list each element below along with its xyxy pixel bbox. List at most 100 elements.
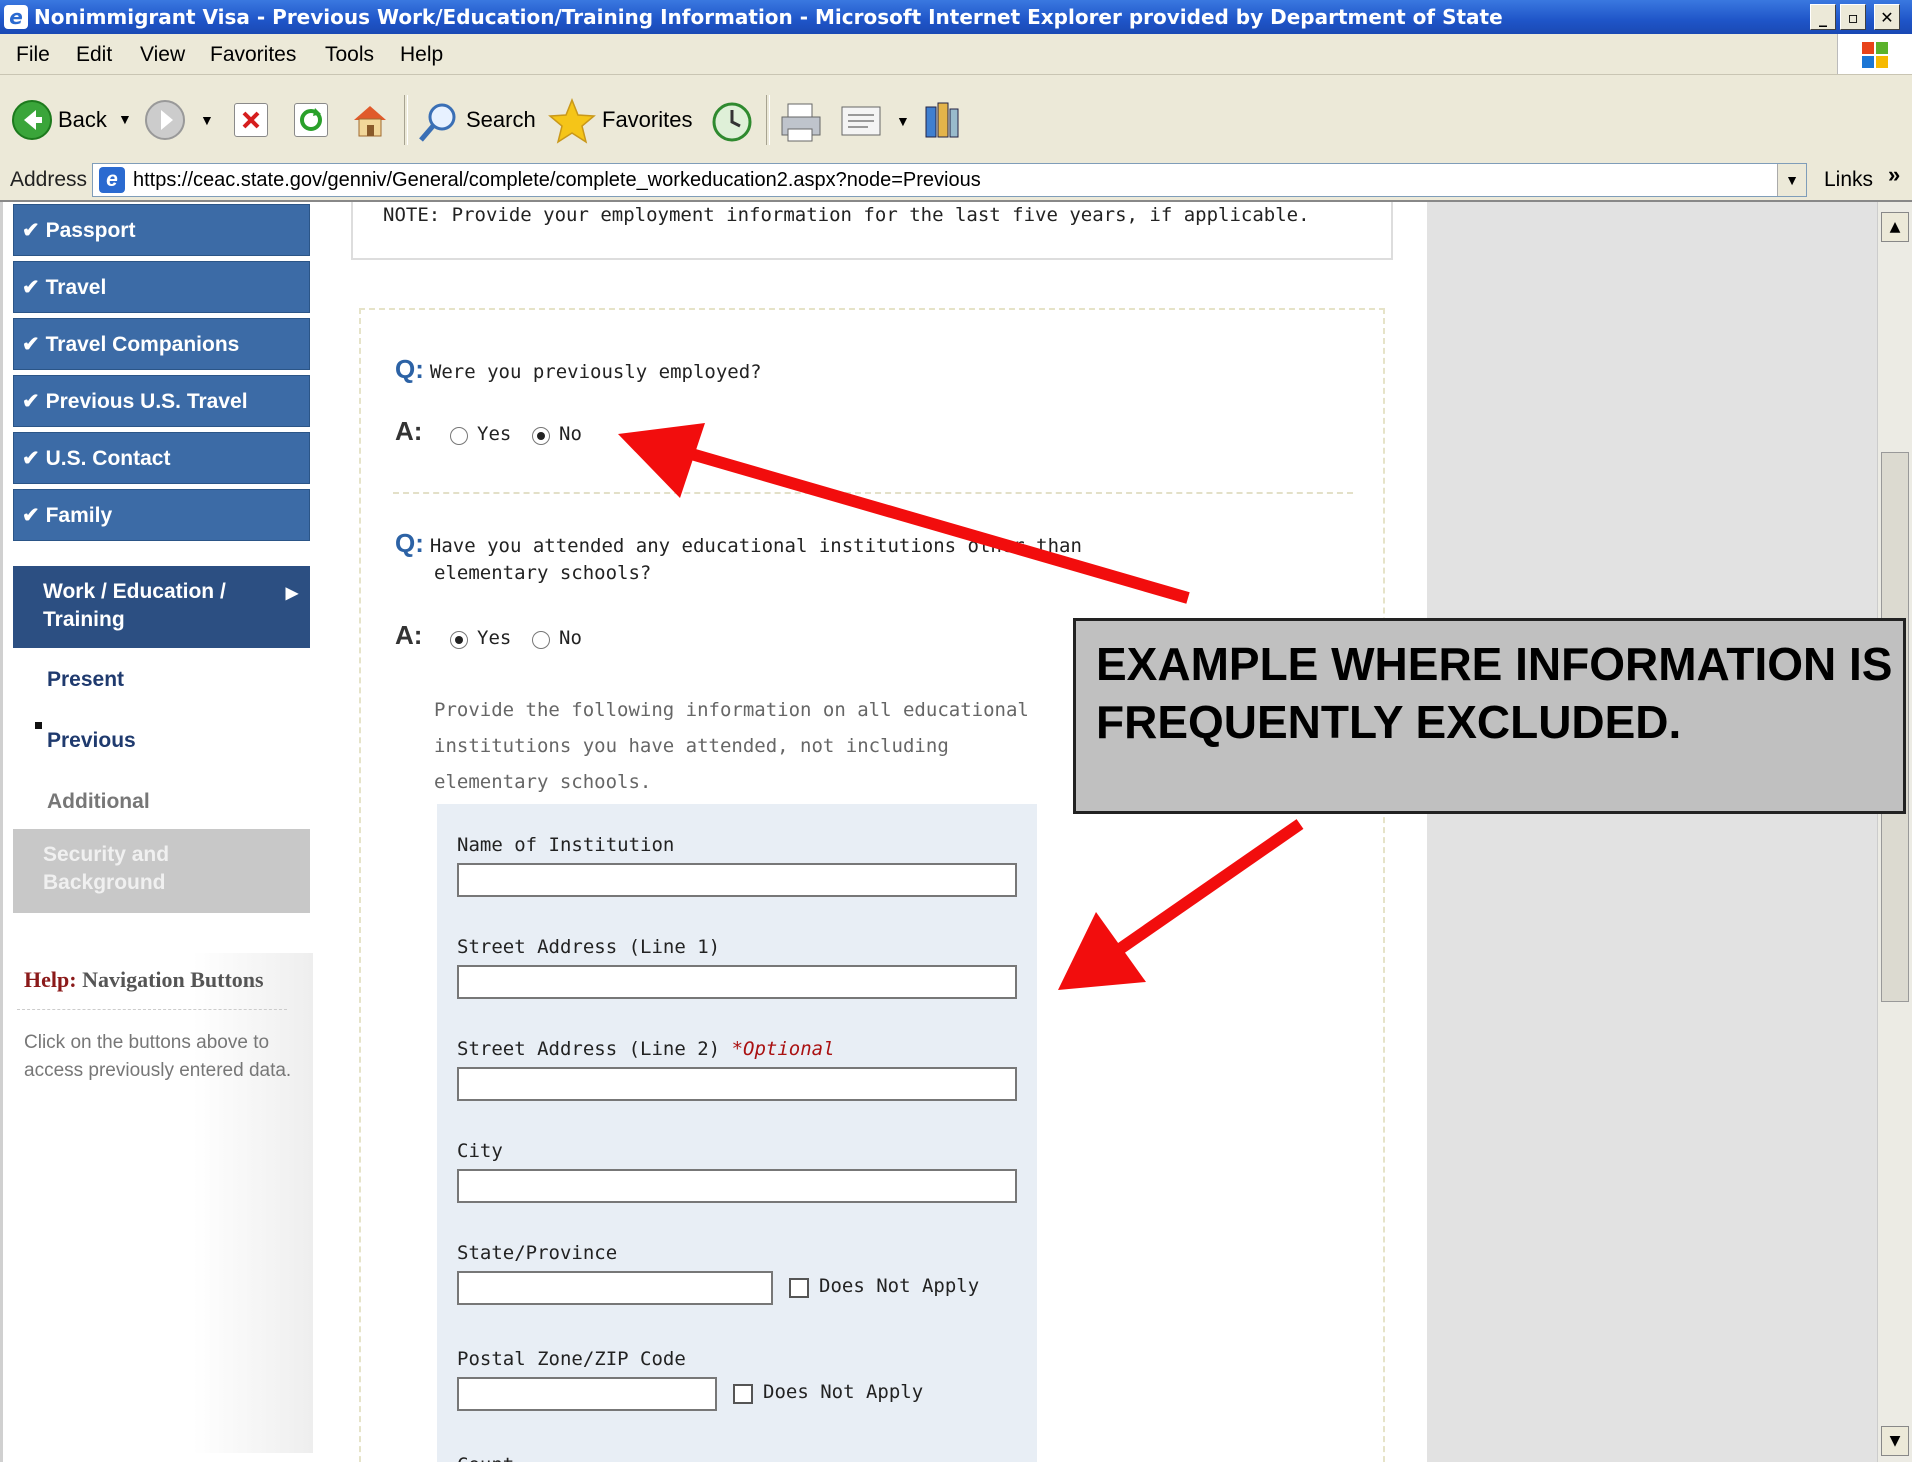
street1-input[interactable] xyxy=(457,965,1017,999)
question-text-line2: elementary schools? xyxy=(434,562,652,584)
sidebar-item-label: U.S. Contact xyxy=(45,447,171,470)
sidebar-item-label: Travel xyxy=(45,276,107,299)
back-arrow-icon xyxy=(12,100,52,140)
sidebar-item-us-contact[interactable]: ✔ U.S. Contact xyxy=(13,432,310,484)
sidebar-item-passport[interactable]: ✔ Passport xyxy=(13,204,310,256)
postal-does-not-apply-label: Does Not Apply xyxy=(763,1381,924,1403)
home-icon[interactable] xyxy=(350,100,390,140)
scroll-down-icon[interactable]: ▼ xyxy=(1881,1426,1909,1456)
divider xyxy=(17,1009,287,1010)
check-icon: ✔ xyxy=(22,504,40,527)
refresh-icon[interactable] xyxy=(294,103,328,137)
question-education: Q: Have you attended any educational inst… xyxy=(395,528,1082,559)
close-button[interactable]: ✕ xyxy=(1874,4,1900,30)
question-text: Have you attended any educational instit… xyxy=(429,535,1082,557)
employed-yes-radio[interactable] xyxy=(450,427,468,445)
employed-yes-label: Yes xyxy=(477,423,512,445)
education-yes-radio[interactable] xyxy=(450,631,468,649)
search-label: Search xyxy=(466,107,536,132)
menu-edit[interactable]: Edit xyxy=(76,43,112,67)
address-input[interactable]: e https://ceac.state.gov/genniv/General/… xyxy=(92,163,1807,197)
check-icon: ✔ xyxy=(22,333,40,356)
toolbar: Back ▼ ▼ Search Favorites ▼ xyxy=(0,75,1912,170)
stop-icon[interactable] xyxy=(234,103,268,137)
menu-file[interactable]: File xyxy=(16,43,50,67)
history-icon[interactable] xyxy=(710,100,754,144)
menu-tools[interactable]: Tools xyxy=(325,43,374,67)
edit-dropdown-icon: ▼ xyxy=(896,113,910,129)
optional-tag: *Optional xyxy=(731,1038,835,1060)
address-dropdown-icon[interactable]: ▼ xyxy=(1777,164,1806,196)
state-label: State/Province xyxy=(457,1242,618,1264)
street2-input[interactable] xyxy=(457,1067,1017,1101)
a-marker: A: xyxy=(395,416,423,446)
postal-input[interactable] xyxy=(457,1377,717,1411)
vertical-scrollbar[interactable]: ▲ ▼ xyxy=(1877,202,1912,1462)
research-icon[interactable] xyxy=(920,99,964,143)
state-does-not-apply-checkbox[interactable] xyxy=(789,1278,809,1298)
city-input[interactable] xyxy=(457,1169,1017,1203)
subnav-present[interactable]: Present xyxy=(47,668,124,692)
sidebar-item-label: Family xyxy=(45,504,113,527)
back-dropdown-icon[interactable]: ▼ xyxy=(118,111,132,127)
right-gutter xyxy=(1427,202,1877,1462)
help-prefix: Help: xyxy=(24,967,77,992)
edit-icon[interactable]: ▼ xyxy=(840,103,910,143)
question-text: Were you previously employed? xyxy=(429,361,762,383)
sidebar-item-travel-companions[interactable]: ✔ Travel Companions xyxy=(13,318,310,370)
sidebar-item-work-education[interactable]: Work / Education / Training ▶ xyxy=(13,566,310,648)
sidebar-item-travel[interactable]: ✔ Travel xyxy=(13,261,310,313)
page-content: ✔ Passport ✔ Travel ✔ Travel Companions ✔ Pr… xyxy=(0,202,1877,1462)
title-bar: e Nonimmigrant Visa - Previous Work/Educ… xyxy=(0,0,1912,34)
search-button[interactable]: Search xyxy=(414,75,544,165)
state-input[interactable] xyxy=(457,1271,773,1305)
menu-bar: File Edit View Favorites Tools Help xyxy=(0,34,1912,75)
menu-view[interactable]: View xyxy=(140,43,185,67)
sidebar-item-previous-us-travel[interactable]: ✔ Previous U.S. Travel xyxy=(13,375,310,427)
postal-does-not-apply-checkbox[interactable] xyxy=(733,1384,753,1404)
sidebar-item-label: Previous U.S. Travel xyxy=(45,390,248,413)
q-marker: Q: xyxy=(395,528,424,558)
education-no-radio[interactable] xyxy=(532,631,550,649)
instructions-text: Provide the following information on all… xyxy=(434,699,1029,793)
sidebar-item-label: Travel Companions xyxy=(45,333,240,356)
note-text: NOTE: Provide your employment informatio… xyxy=(383,204,1310,226)
sidebar-item-family[interactable]: ✔ Family xyxy=(13,489,310,541)
institution-label: Name of Institution xyxy=(457,834,675,856)
institution-input[interactable] xyxy=(457,863,1017,897)
sidebar-item-label: Security and xyxy=(43,843,170,866)
minimize-button[interactable]: _ xyxy=(1810,4,1836,30)
education-fields: Name of Institution Street Address (Line… xyxy=(437,804,1037,1462)
links-more-icon[interactable]: » xyxy=(1888,162,1900,188)
sidebar-item-security-background: Security and Background xyxy=(13,829,310,913)
window-title: Nonimmigrant Visa - Previous Work/Educat… xyxy=(34,5,1503,29)
annotation-callout: EXAMPLE WHERE INFORMATION IS FREQUENTLY … xyxy=(1073,618,1906,814)
q-marker: Q: xyxy=(395,354,424,384)
sidebar-item-label: Work / Education / xyxy=(43,580,226,603)
menu-help[interactable]: Help xyxy=(400,43,443,67)
toolbar-separator xyxy=(766,95,770,145)
employed-no-label: No xyxy=(559,423,582,445)
subnav-additional: Additional xyxy=(47,790,150,813)
check-icon: ✔ xyxy=(22,390,40,413)
maximize-button[interactable]: ▫ xyxy=(1840,4,1866,30)
subnav-previous[interactable]: Previous xyxy=(47,729,136,753)
address-label: Address xyxy=(10,168,88,191)
city-label: City xyxy=(457,1140,503,1162)
menu-favorites[interactable]: Favorites xyxy=(210,43,296,67)
links-label[interactable]: Links xyxy=(1824,168,1873,192)
help-title: Help: Navigation Buttons xyxy=(24,967,264,993)
check-icon: ✔ xyxy=(22,447,40,470)
current-marker-icon xyxy=(35,722,42,729)
street2-label: Street Address (Line 2) *Optional xyxy=(457,1038,835,1060)
favorites-button[interactable]: Favorites xyxy=(548,75,698,165)
forward-arrow-icon xyxy=(145,100,185,140)
back-button[interactable]: Back ▼ xyxy=(8,75,148,165)
scroll-up-icon[interactable]: ▲ xyxy=(1881,212,1909,242)
street2-label-text: Street Address (Line 2) xyxy=(457,1038,721,1060)
a-marker: A: xyxy=(395,620,423,650)
education-yes-label: Yes xyxy=(477,627,512,649)
print-icon[interactable] xyxy=(780,100,824,144)
forward-button[interactable]: ▼ xyxy=(145,100,215,140)
employed-no-radio[interactable] xyxy=(532,427,550,445)
